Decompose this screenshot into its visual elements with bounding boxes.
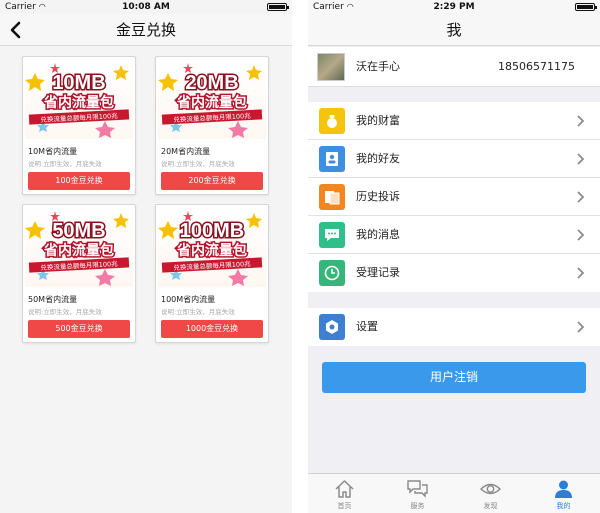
- account-menu: 我的财富 我的好友 历史投诉 我的消息 受理记录: [308, 102, 600, 292]
- status-bar: Carrier ◠ 10:08 AM: [0, 0, 292, 14]
- chevron-right-icon: [577, 191, 584, 203]
- tab-label: 首页: [337, 502, 352, 510]
- nav-bar: 我: [308, 14, 600, 46]
- page-title: 我: [446, 21, 462, 39]
- tab-label: 发现: [483, 502, 498, 510]
- profile-row[interactable]: 沃在手心 18506571175: [308, 47, 600, 87]
- chevron-right-icon: [577, 115, 584, 127]
- svg-text:省内流量包: 省内流量包: [43, 94, 114, 111]
- product-banner: 20MB 省内流量包 兑换流量总额每月限100兆: [158, 59, 266, 139]
- product-card[interactable]: 100MB 省内流量包 兑换流量总额每月限100兆 100M省内流量 说明:立即…: [155, 204, 269, 343]
- product-description: 说明:立即生效，月底失效: [28, 308, 102, 316]
- battery-icon: [267, 3, 289, 11]
- menu-item-label: 我的好友: [356, 152, 400, 165]
- user-name: 沃在手心: [356, 60, 400, 73]
- product-card[interactable]: 10MB 省内流量包 兑换流量总额每月限100兆 10M省内流量 说明:立即生效…: [22, 56, 136, 195]
- nav-bar: 金豆兑换: [0, 14, 292, 46]
- tab-service[interactable]: 服务: [381, 474, 454, 513]
- screen-divider: [292, 0, 308, 513]
- exchange-button[interactable]: 100金豆兑换: [28, 172, 130, 190]
- product-name: 100M省内流量: [161, 295, 216, 304]
- tab-bar: 首页 服务 发现 我的: [308, 473, 600, 513]
- product-description: 说明:立即生效，月底失效: [28, 160, 102, 168]
- status-time: 2:29 PM: [433, 2, 475, 12]
- battery-icon: [575, 3, 597, 11]
- product-name: 50M省内流量: [28, 295, 78, 304]
- tab-label: 服务: [410, 502, 425, 510]
- chevron-right-icon: [577, 321, 584, 333]
- exchange-button[interactable]: 1000金豆兑换: [161, 320, 263, 338]
- svg-text:20MB: 20MB: [185, 72, 238, 94]
- status-time: 10:08 AM: [122, 2, 170, 12]
- eye-icon: [480, 483, 501, 495]
- menu-item-complaints[interactable]: 历史投诉: [308, 178, 600, 216]
- clock-icon: [319, 260, 345, 286]
- exchange-button[interactable]: 200金豆兑换: [161, 172, 263, 190]
- page-title: 金豆兑换: [115, 21, 176, 39]
- logout-button[interactable]: 用户注销: [322, 362, 586, 393]
- banner-graphic: 20MB 省内流量包 兑换流量总额每月限100兆: [158, 63, 263, 138]
- contacts-icon: [319, 146, 345, 172]
- product-card[interactable]: 20MB 省内流量包 兑换流量总额每月限100兆 20M省内流量 说明:立即生效…: [155, 56, 269, 195]
- product-name: 20M省内流量: [161, 147, 211, 156]
- menu-item-label: 设置: [356, 320, 378, 333]
- profile-screen: Carrier ◠ 2:29 PM 我 沃在手心 18506571175 我的财富…: [308, 0, 600, 513]
- menu-item-messages[interactable]: 我的消息: [308, 216, 600, 254]
- product-banner: 50MB 省内流量包 兑换流量总额每月限100兆: [25, 207, 133, 287]
- product-description: 说明:立即生效，月底失效: [161, 308, 235, 316]
- menu-item-label: 我的财富: [356, 114, 400, 127]
- status-bar: Carrier ◠ 2:29 PM: [308, 0, 600, 14]
- svg-text:10MB: 10MB: [52, 72, 105, 94]
- product-name: 10M省内流量: [28, 147, 78, 156]
- chat-bubbles-icon: [407, 480, 428, 498]
- svg-text:省内流量包: 省内流量包: [43, 242, 114, 259]
- exchange-screen: Carrier ◠ 10:08 AM 金豆兑换 10MB 省内流量包 兑换流量总额…: [0, 0, 292, 513]
- chevron-right-icon: [577, 229, 584, 241]
- banner-graphic: 10MB 省内流量包 兑换流量总额每月限100兆: [25, 63, 130, 138]
- chevron-right-icon: [577, 267, 584, 279]
- product-banner: 10MB 省内流量包 兑换流量总额每月限100兆: [25, 59, 133, 139]
- product-card[interactable]: 50MB 省内流量包 兑换流量总额每月限100兆 50M省内流量 说明:立即生效…: [22, 204, 136, 343]
- menu-item-wealth[interactable]: 我的财富: [308, 102, 600, 140]
- svg-text:省内流量包: 省内流量包: [176, 242, 247, 259]
- svg-text:50MB: 50MB: [52, 220, 105, 242]
- menu-item-settings[interactable]: 设置: [308, 308, 600, 346]
- svg-text:省内流量包: 省内流量包: [176, 94, 247, 111]
- tab-discover[interactable]: 发现: [454, 474, 527, 513]
- svg-text:100MB: 100MB: [180, 220, 244, 242]
- chevron-right-icon: [577, 153, 584, 165]
- gear-icon: [319, 314, 345, 340]
- person-icon: [555, 480, 572, 498]
- documents-icon: [319, 184, 345, 210]
- menu-item-friends[interactable]: 我的好友: [308, 140, 600, 178]
- avatar[interactable]: [317, 53, 345, 81]
- tab-mine[interactable]: 我的: [527, 474, 600, 513]
- exchange-button[interactable]: 500金豆兑换: [28, 320, 130, 338]
- menu-item-label: 受理记录: [356, 266, 400, 279]
- banner-graphic: 100MB 省内流量包 兑换流量总额每月限100兆: [158, 211, 263, 286]
- product-banner: 100MB 省内流量包 兑换流量总额每月限100兆: [158, 207, 266, 287]
- product-description: 说明:立即生效，月底失效: [161, 160, 235, 168]
- menu-item-label: 历史投诉: [356, 190, 400, 203]
- menu-item-label: 我的消息: [356, 228, 400, 241]
- tab-label: 我的: [556, 502, 571, 510]
- settings-menu: 设置: [308, 308, 600, 346]
- tab-home[interactable]: 首页: [308, 474, 381, 513]
- user-phone: 18506571175: [498, 60, 575, 73]
- money-bag-icon: [319, 108, 345, 134]
- banner-graphic: 50MB 省内流量包 兑换流量总额每月限100兆: [25, 211, 130, 286]
- menu-item-records[interactable]: 受理记录: [308, 254, 600, 292]
- home-icon: [335, 480, 354, 498]
- message-icon: [319, 222, 345, 248]
